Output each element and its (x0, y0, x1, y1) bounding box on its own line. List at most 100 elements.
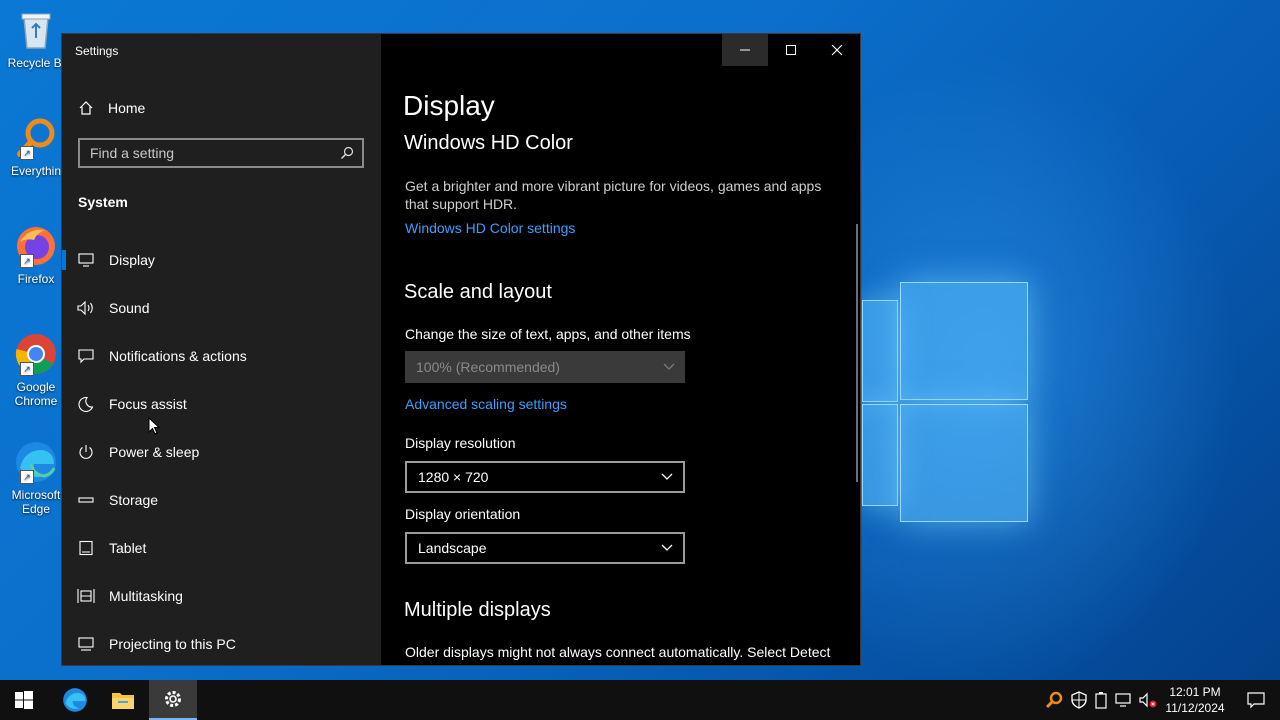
settings-icon (165, 691, 181, 707)
orientation-label: Display orientation (405, 506, 521, 522)
sidebar-item-sound[interactable]: Sound (62, 284, 381, 332)
mouse-cursor-icon (148, 417, 160, 435)
desktop-icon-firefox[interactable]: ↗ Firefox (4, 224, 68, 286)
settings-content: Display Windows HD Color Get a brighter … (381, 34, 860, 665)
settings-sidebar: Settings Home System Display (62, 34, 381, 665)
search-box[interactable] (78, 138, 364, 168)
window-title: Settings (75, 44, 119, 58)
storage-icon (77, 491, 95, 509)
hd-color-settings-link[interactable]: Windows HD Color settings (405, 220, 575, 236)
home-label: Home (108, 100, 146, 116)
hd-color-description: Get a brighter and more vibrant picture … (405, 178, 822, 212)
scale-size-label: Change the size of text, apps, and other… (405, 326, 691, 342)
advanced-scaling-link[interactable]: Advanced scaling settings (405, 396, 567, 412)
scale-dropdown-value: 100% (Recommended) (416, 359, 560, 375)
network-icon[interactable] (1114, 691, 1134, 709)
sidebar-item-label: Focus assist (109, 396, 187, 412)
taskbar: 12:01 PM 11/12/2024 (0, 680, 1280, 720)
taskbar-file-explorer-button[interactable] (99, 680, 147, 720)
sidebar-item-storage[interactable]: Storage (62, 476, 381, 524)
close-icon (831, 44, 843, 56)
page-title: Display (403, 90, 495, 121)
close-button[interactable] (814, 34, 860, 66)
battery-icon[interactable] (1094, 690, 1108, 710)
start-button[interactable] (0, 680, 48, 720)
resolution-label: Display resolution (405, 435, 516, 451)
minimize-icon (740, 49, 750, 51)
sidebar-item-label: Display (109, 252, 155, 268)
desktop-icon-label: Google Chrome (14, 380, 58, 408)
clock-date: 11/12/2024 (1165, 701, 1225, 715)
section-heading-multiple-displays: Multiple displays (404, 599, 551, 621)
file-explorer-icon (112, 693, 134, 709)
clock-time: 12:01 PM (1169, 685, 1221, 699)
power-icon (77, 443, 95, 461)
minimize-button[interactable] (722, 34, 768, 66)
search-icon[interactable] (340, 146, 354, 160)
moon-icon (77, 395, 95, 413)
edge-icon (63, 688, 87, 712)
content-scrollbar[interactable] (856, 224, 858, 482)
sidebar-item-multitasking[interactable]: Multitasking (62, 572, 381, 620)
chevron-down-icon (661, 544, 673, 551)
desktop-icon-label: Everythin (10, 164, 62, 178)
tablet-icon (77, 539, 95, 557)
taskbar-clock[interactable]: 12:01 PM 11/12/2024 (1160, 684, 1230, 716)
maximize-button[interactable] (768, 34, 814, 66)
section-heading-hd-color: Windows HD Color (404, 132, 573, 154)
chrome-icon: ↗ (14, 332, 58, 376)
recycle-bin-icon (14, 8, 58, 52)
sidebar-item-projecting[interactable]: Projecting to this PC (62, 620, 381, 665)
resolution-dropdown[interactable]: 1280 × 720 (405, 461, 685, 493)
desktop-icon-recycle-bin[interactable]: Recycle Bi (4, 8, 68, 70)
home-link[interactable]: Home (78, 98, 145, 118)
multiple-displays-description: Older displays might not always connect … (405, 644, 831, 660)
resolution-dropdown-value: 1280 × 720 (418, 469, 489, 485)
start-icon (15, 691, 33, 709)
shortcut-arrow-icon: ↗ (20, 470, 34, 484)
orientation-dropdown-value: Landscape (418, 540, 487, 556)
desktop-icon-edge[interactable]: ↗ Microsoft Edge (4, 440, 68, 516)
desktop-icon-everything[interactable]: ↗ Everythin (4, 116, 68, 178)
sidebar-item-display[interactable]: Display (62, 236, 381, 284)
edge-icon: ↗ (14, 440, 58, 484)
sidebar-item-label: Notifications & actions (109, 348, 247, 364)
projecting-icon (77, 635, 95, 653)
sidebar-item-label: Sound (109, 300, 150, 316)
monitor-icon (77, 251, 95, 269)
chevron-down-icon (661, 473, 673, 480)
sidebar-item-label: Storage (109, 492, 159, 508)
speaker-icon (77, 299, 95, 317)
system-tray (1044, 680, 1158, 720)
desktop-icon-chrome[interactable]: ↗ Google Chrome (4, 332, 68, 408)
sidebar-item-tablet[interactable]: Tablet (62, 524, 381, 572)
maximize-icon (786, 45, 796, 55)
windows-logo-wallpaper (862, 282, 1028, 522)
search-input[interactable] (90, 145, 320, 161)
firefox-icon: ↗ (14, 224, 58, 268)
desktop-icon-label: Firefox (17, 272, 55, 286)
sidebar-item-label: Power & sleep (109, 444, 200, 460)
action-center-icon (1247, 692, 1265, 709)
desktop-icon-label: Microsoft Edge (11, 488, 61, 516)
sidebar-item-notifications[interactable]: Notifications & actions (62, 332, 381, 380)
section-heading-scale-layout: Scale and layout (404, 281, 552, 303)
shortcut-arrow-icon: ↗ (20, 254, 34, 268)
sidebar-item-power-sleep[interactable]: Power & sleep (62, 428, 381, 476)
taskbar-edge-button[interactable] (51, 680, 99, 720)
action-center-button[interactable] (1232, 680, 1280, 720)
orientation-dropdown[interactable]: Landscape (405, 532, 685, 564)
settings-window: Settings Home System Display (61, 33, 861, 666)
shortcut-arrow-icon: ↗ (20, 146, 34, 160)
security-icon[interactable] (1070, 691, 1088, 709)
chevron-down-icon (663, 363, 675, 370)
sidebar-item-label: Projecting to this PC (109, 636, 236, 652)
everything-search-icon: ↗ (14, 116, 58, 160)
taskbar-settings-button[interactable] (149, 680, 197, 720)
sidebar-item-label: Multitasking (109, 588, 183, 604)
home-icon (79, 101, 93, 115)
sidebar-item-focus-assist[interactable]: Focus assist (62, 380, 381, 428)
volume-muted-icon[interactable] (1138, 691, 1158, 709)
everything-tray-icon[interactable] (1044, 690, 1064, 710)
section-label-system: System (78, 194, 128, 210)
